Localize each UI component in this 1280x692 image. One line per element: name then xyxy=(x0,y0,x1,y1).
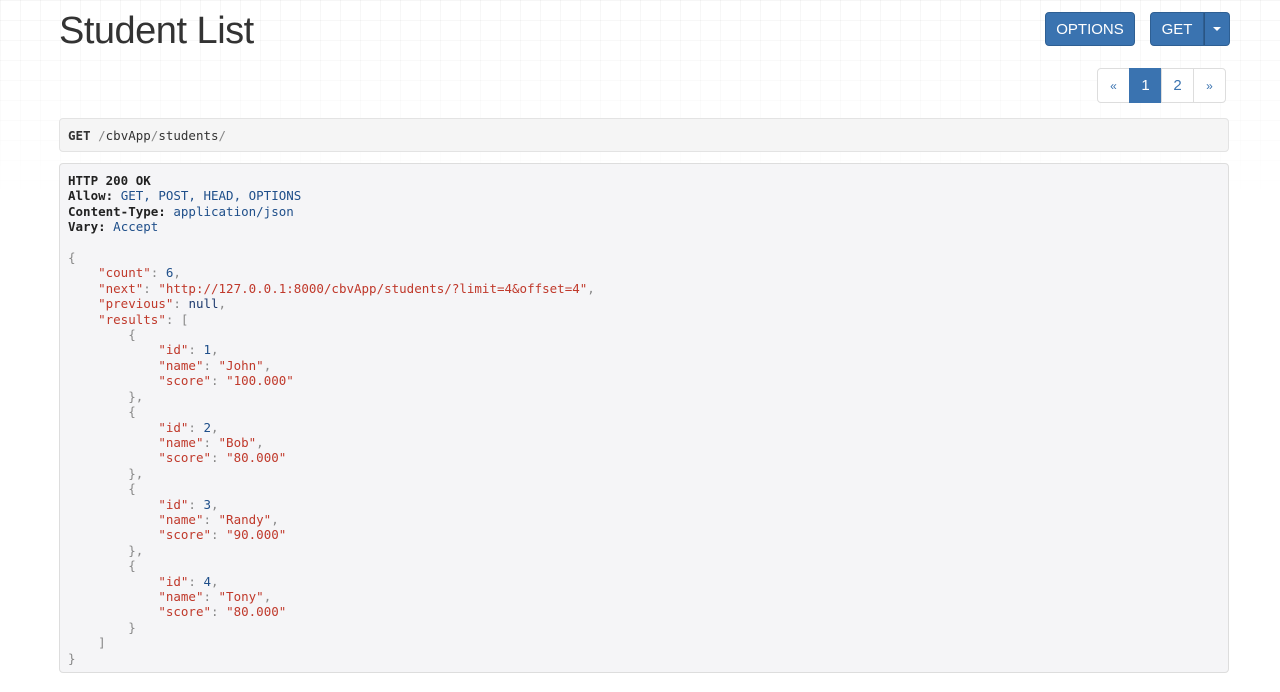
get-button-group: GET xyxy=(1150,12,1230,46)
page-title: Student List xyxy=(59,10,254,52)
json-score-value: "80.000" xyxy=(226,604,287,620)
pagination: « 1 2 » xyxy=(1097,68,1226,103)
chevron-down-icon xyxy=(1213,27,1221,31)
json-name-value: "Tony" xyxy=(218,588,264,604)
json-score-value: "100.000" xyxy=(226,373,294,389)
response-header-value: Accept xyxy=(113,219,159,235)
json-id-value: 3 xyxy=(203,496,212,512)
response-header-value: GET, POST, HEAD, OPTIONS xyxy=(120,188,302,204)
pagination-page-1[interactable]: 1 xyxy=(1129,68,1162,103)
json-id-value: 1 xyxy=(203,342,212,358)
path-separator: / xyxy=(98,128,106,143)
response-status: HTTP 200 OK xyxy=(68,173,151,188)
request-method: GET xyxy=(68,128,91,143)
json-id-value: 4 xyxy=(203,573,212,589)
request-path-segment: cbvApp xyxy=(105,128,151,143)
options-button[interactable]: OPTIONS xyxy=(1045,12,1135,46)
json-id-value: 2 xyxy=(203,419,212,435)
pagination-previous[interactable]: « xyxy=(1097,68,1130,103)
request-info: GET /cbvApp/students/ xyxy=(59,118,1229,152)
json-name-value: "John" xyxy=(218,357,264,373)
pagination-page-2[interactable]: 2 xyxy=(1161,68,1194,103)
pagination-next[interactable]: » xyxy=(1193,68,1226,103)
response-info: HTTP 200 OK Allow: GET, POST, HEAD, OPTI… xyxy=(59,163,1229,673)
json-score-value: "80.000" xyxy=(226,450,287,466)
response-header-key: Vary: xyxy=(68,219,106,235)
path-separator: / xyxy=(218,128,227,143)
json-name-value: "Bob" xyxy=(218,434,257,450)
get-button[interactable]: GET xyxy=(1150,12,1204,46)
response-header-key: Allow: xyxy=(68,188,114,204)
request-path-segment: students xyxy=(158,128,219,143)
json-next-link[interactable]: "http://127.0.0.1:8000/cbvApp/students/?… xyxy=(158,281,587,296)
json-name-value: "Randy" xyxy=(218,511,272,527)
json-score-value: "90.000" xyxy=(226,527,287,543)
response-header-key: Content-Type: xyxy=(68,203,166,219)
json-previous-value: null xyxy=(188,296,219,312)
get-format-dropdown-button[interactable] xyxy=(1204,12,1230,46)
response-header-value: application/json xyxy=(173,203,294,219)
